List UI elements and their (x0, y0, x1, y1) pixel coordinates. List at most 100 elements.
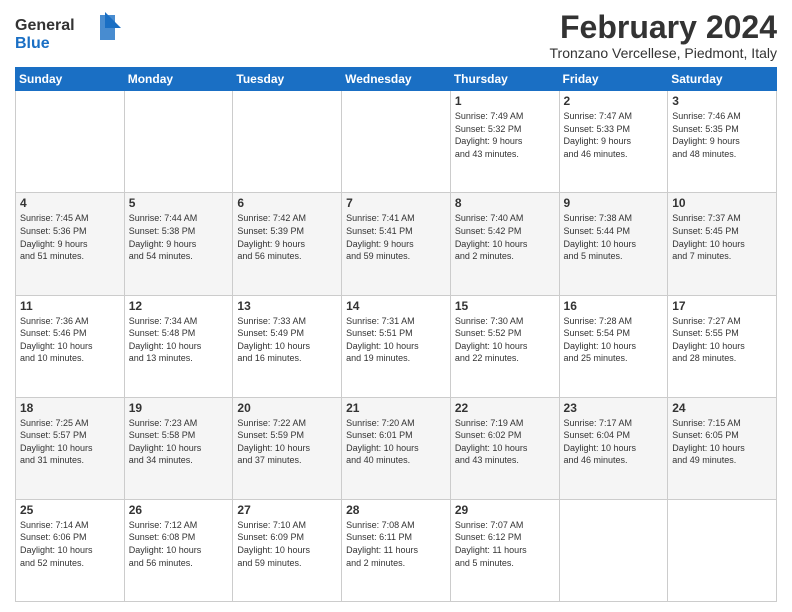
table-row: 10 Sunrise: 7:37 AM Sunset: 5:45 PM Dayli… (668, 193, 777, 295)
day-info: Sunrise: 7:19 AM Sunset: 6:02 PM Dayligh… (455, 417, 555, 467)
day-number: 4 (20, 196, 120, 210)
day-number: 7 (346, 196, 446, 210)
day-number: 29 (455, 503, 555, 517)
day-info: Sunrise: 7:17 AM Sunset: 6:04 PM Dayligh… (564, 417, 664, 467)
day-info: Sunrise: 7:12 AM Sunset: 6:08 PM Dayligh… (129, 519, 229, 569)
table-row: 17Sunrise: 7:27 AM Sunset: 5:55 PM Dayli… (668, 295, 777, 397)
table-row: 2 Sunrise: 7:47 AM Sunset: 5:33 PM Daylig… (559, 91, 668, 193)
table-row: 29 Sunrise: 7:07 AM Sunset: 6:12 PM Dayli… (450, 499, 559, 601)
month-title: February 2024 (550, 10, 778, 45)
table-row: 1Sunrise: 7:49 AM Sunset: 5:32 PM Daylig… (450, 91, 559, 193)
day-number: 26 (129, 503, 229, 517)
calendar-week-row: 4 Sunrise: 7:45 AM Sunset: 5:36 PM Daylig… (16, 193, 777, 295)
table-row: 4 Sunrise: 7:45 AM Sunset: 5:36 PM Daylig… (16, 193, 125, 295)
logo-text: General Blue (15, 10, 125, 60)
col-saturday: Saturday (668, 68, 777, 91)
calendar-week-row: 18Sunrise: 7:25 AM Sunset: 5:57 PM Dayli… (16, 397, 777, 499)
day-number: 25 (20, 503, 120, 517)
day-info: Sunrise: 7:38 AM Sunset: 5:44 PM Dayligh… (564, 212, 664, 262)
table-row: 12 Sunrise: 7:34 AM Sunset: 5:48 PM Dayli… (124, 295, 233, 397)
location-title: Tronzano Vercellese, Piedmont, Italy (550, 45, 778, 61)
table-row: 7 Sunrise: 7:41 AM Sunset: 5:41 PM Daylig… (342, 193, 451, 295)
day-number: 19 (129, 401, 229, 415)
table-row: 20Sunrise: 7:22 AM Sunset: 5:59 PM Dayli… (233, 397, 342, 499)
calendar-week-row: 1Sunrise: 7:49 AM Sunset: 5:32 PM Daylig… (16, 91, 777, 193)
header: General Blue February 2024 Tronzano Verc… (15, 10, 777, 61)
calendar-table: Sunday Monday Tuesday Wednesday Thursday… (15, 67, 777, 602)
table-row: 13 Sunrise: 7:33 AM Sunset: 5:49 PM Dayli… (233, 295, 342, 397)
table-row: 16 Sunrise: 7:28 AM Sunset: 5:54 PM Dayli… (559, 295, 668, 397)
day-info: Sunrise: 7:33 AM Sunset: 5:49 PM Dayligh… (237, 315, 337, 365)
day-number: 23 (564, 401, 664, 415)
day-number: 22 (455, 401, 555, 415)
table-row: 14Sunrise: 7:31 AM Sunset: 5:51 PM Dayli… (342, 295, 451, 397)
day-number: 11 (20, 299, 120, 313)
table-row: 5 Sunrise: 7:44 AM Sunset: 5:38 PM Daylig… (124, 193, 233, 295)
table-row: 28 Sunrise: 7:08 AM Sunset: 6:11 PM Dayli… (342, 499, 451, 601)
logo: General Blue (15, 10, 125, 60)
day-info: Sunrise: 7:15 AM Sunset: 6:05 PM Dayligh… (672, 417, 772, 467)
day-number: 16 (564, 299, 664, 313)
title-section: February 2024 Tronzano Vercellese, Piedm… (550, 10, 778, 61)
day-info: Sunrise: 7:23 AM Sunset: 5:58 PM Dayligh… (129, 417, 229, 467)
table-row: 27 Sunrise: 7:10 AM Sunset: 6:09 PM Dayli… (233, 499, 342, 601)
day-info: Sunrise: 7:47 AM Sunset: 5:33 PM Dayligh… (564, 110, 664, 160)
day-number: 13 (237, 299, 337, 313)
table-row: 15 Sunrise: 7:30 AM Sunset: 5:52 PM Dayli… (450, 295, 559, 397)
table-row: 18Sunrise: 7:25 AM Sunset: 5:57 PM Dayli… (16, 397, 125, 499)
table-row: 6 Sunrise: 7:42 AM Sunset: 5:39 PM Daylig… (233, 193, 342, 295)
day-info: Sunrise: 7:42 AM Sunset: 5:39 PM Dayligh… (237, 212, 337, 262)
col-sunday: Sunday (16, 68, 125, 91)
day-number: 3 (672, 94, 772, 108)
day-info: Sunrise: 7:34 AM Sunset: 5:48 PM Dayligh… (129, 315, 229, 365)
day-number: 15 (455, 299, 555, 313)
day-info: Sunrise: 7:40 AM Sunset: 5:42 PM Dayligh… (455, 212, 555, 262)
day-info: Sunrise: 7:44 AM Sunset: 5:38 PM Dayligh… (129, 212, 229, 262)
day-info: Sunrise: 7:41 AM Sunset: 5:41 PM Dayligh… (346, 212, 446, 262)
table-row: 23 Sunrise: 7:17 AM Sunset: 6:04 PM Dayli… (559, 397, 668, 499)
day-info: Sunrise: 7:30 AM Sunset: 5:52 PM Dayligh… (455, 315, 555, 365)
day-number: 6 (237, 196, 337, 210)
table-row (342, 91, 451, 193)
table-row: 8 Sunrise: 7:40 AM Sunset: 5:42 PM Daylig… (450, 193, 559, 295)
table-row: 3Sunrise: 7:46 AM Sunset: 5:35 PM Daylig… (668, 91, 777, 193)
col-friday: Friday (559, 68, 668, 91)
day-number: 24 (672, 401, 772, 415)
day-info: Sunrise: 7:28 AM Sunset: 5:54 PM Dayligh… (564, 315, 664, 365)
col-tuesday: Tuesday (233, 68, 342, 91)
table-row: 21 Sunrise: 7:20 AM Sunset: 6:01 PM Dayli… (342, 397, 451, 499)
day-number: 27 (237, 503, 337, 517)
table-row: 9 Sunrise: 7:38 AM Sunset: 5:44 PM Daylig… (559, 193, 668, 295)
svg-text:Blue: Blue (15, 35, 50, 52)
day-info: Sunrise: 7:22 AM Sunset: 5:59 PM Dayligh… (237, 417, 337, 467)
col-monday: Monday (124, 68, 233, 91)
day-number: 18 (20, 401, 120, 415)
svg-text:General: General (15, 17, 75, 34)
table-row (16, 91, 125, 193)
day-info: Sunrise: 7:27 AM Sunset: 5:55 PM Dayligh… (672, 315, 772, 365)
calendar-week-row: 11Sunrise: 7:36 AM Sunset: 5:46 PM Dayli… (16, 295, 777, 397)
day-info: Sunrise: 7:08 AM Sunset: 6:11 PM Dayligh… (346, 519, 446, 569)
day-info: Sunrise: 7:45 AM Sunset: 5:36 PM Dayligh… (20, 212, 120, 262)
day-number: 5 (129, 196, 229, 210)
day-info: Sunrise: 7:49 AM Sunset: 5:32 PM Dayligh… (455, 110, 555, 160)
day-info: Sunrise: 7:20 AM Sunset: 6:01 PM Dayligh… (346, 417, 446, 467)
day-info: Sunrise: 7:07 AM Sunset: 6:12 PM Dayligh… (455, 519, 555, 569)
day-number: 21 (346, 401, 446, 415)
table-row: 22 Sunrise: 7:19 AM Sunset: 6:02 PM Dayli… (450, 397, 559, 499)
day-info: Sunrise: 7:14 AM Sunset: 6:06 PM Dayligh… (20, 519, 120, 569)
day-info: Sunrise: 7:10 AM Sunset: 6:09 PM Dayligh… (237, 519, 337, 569)
day-info: Sunrise: 7:37 AM Sunset: 5:45 PM Dayligh… (672, 212, 772, 262)
page: General Blue February 2024 Tronzano Verc… (0, 0, 792, 612)
day-number: 2 (564, 94, 664, 108)
day-number: 9 (564, 196, 664, 210)
day-number: 8 (455, 196, 555, 210)
day-number: 10 (672, 196, 772, 210)
day-number: 28 (346, 503, 446, 517)
table-row: 26 Sunrise: 7:12 AM Sunset: 6:08 PM Dayli… (124, 499, 233, 601)
table-row (559, 499, 668, 601)
day-number: 12 (129, 299, 229, 313)
table-row (668, 499, 777, 601)
table-row (233, 91, 342, 193)
col-wednesday: Wednesday (342, 68, 451, 91)
